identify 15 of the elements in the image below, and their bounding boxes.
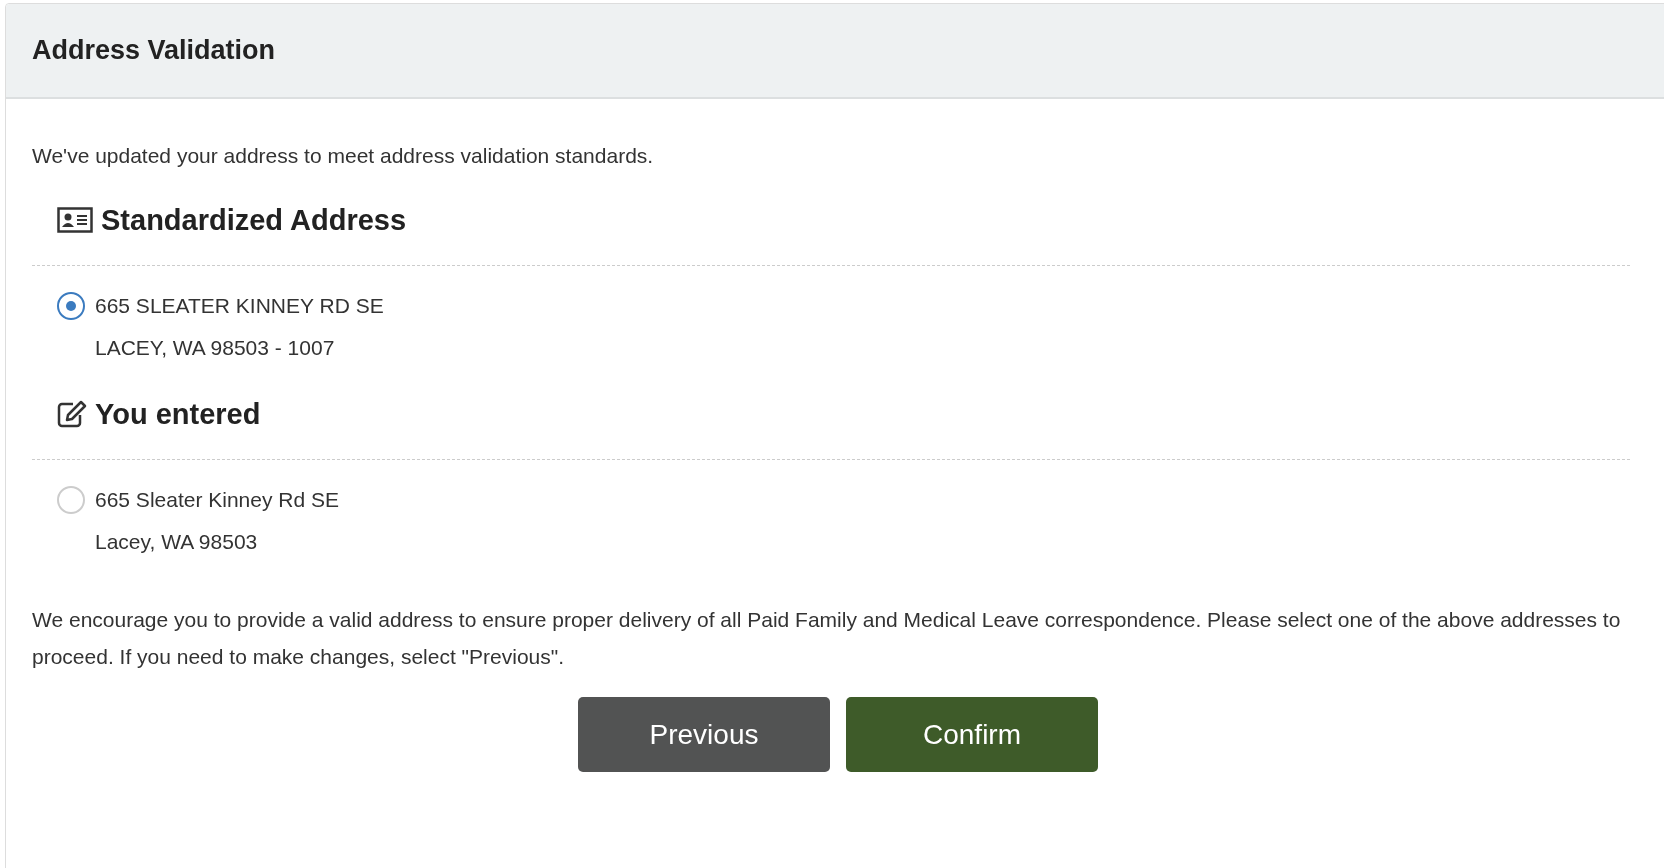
radio-button[interactable] [57,292,85,320]
section-heading: Standardized Address [101,203,407,237]
radio-button[interactable] [57,486,85,514]
address-line: LACEY, WA 98503 - 1007 [95,335,336,361]
notice-text: We encourage you to provide a valid address to ensure proper delivery of all Paid Family and Medical Leave correspondence. Please select one of the above addresses to proceed. If you need to make changes, select "Previous". [32,607,1622,670]
address-line: 665 Sleater Kinney Rd SE [95,487,339,513]
intro-text: We've updated your address to meet address validation standards. [32,143,655,169]
address-line: 665 SLEATER KINNEY RD SE [95,293,384,319]
address-line: Lacey, WA 98503 [95,529,259,555]
section-heading: You entered [95,397,261,431]
previous-button[interactable]: Previous [578,697,830,772]
confirm-button[interactable]: Confirm [846,697,1098,772]
edit-icon [57,400,87,428]
panel-title: Address Validation [32,35,276,66]
id-card-icon [57,207,93,233]
